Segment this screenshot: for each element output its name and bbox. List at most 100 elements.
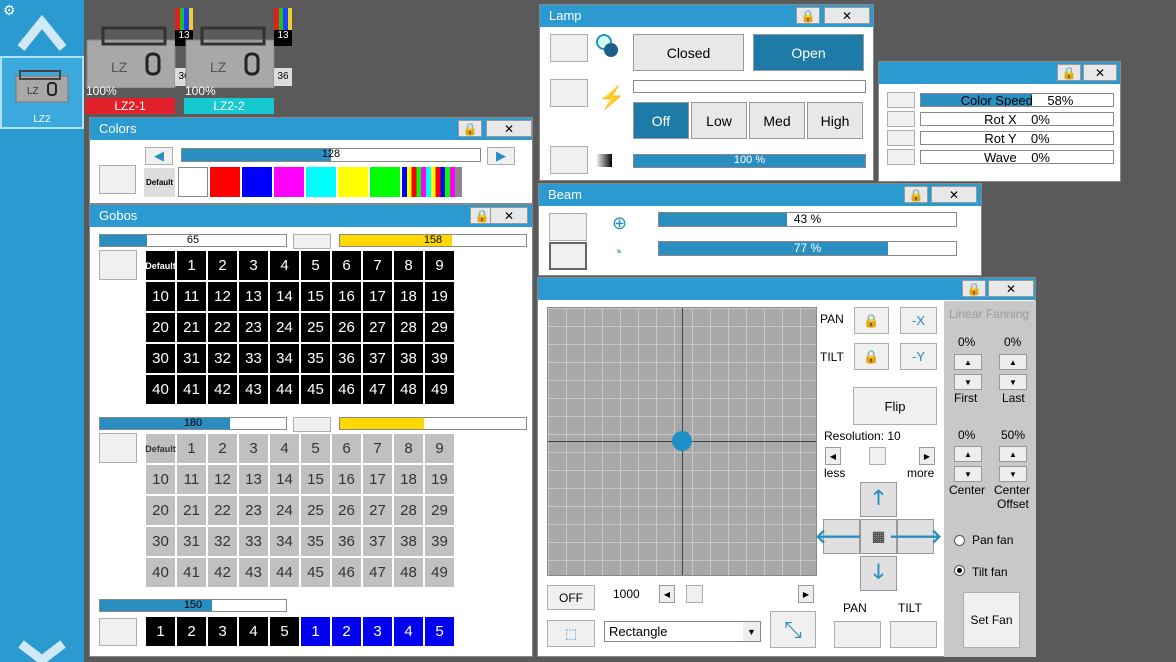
speed-thumb[interactable] <box>686 585 703 603</box>
gobo-cell[interactable]: 5 <box>300 250 331 281</box>
flip-button[interactable]: Flip <box>853 387 937 425</box>
gobo-cell[interactable]: 39 <box>424 526 455 557</box>
gobo-cell[interactable]: 47 <box>362 557 393 588</box>
gobo-cell[interactable]: 1 <box>300 616 331 647</box>
lock-icon[interactable]: 🔒 <box>458 120 482 137</box>
invert-y-button[interactable]: -Y <box>900 343 937 370</box>
xy-pad[interactable] <box>547 307 817 576</box>
gobo-cell[interactable]: 6 <box>331 433 362 464</box>
resolution-more-button[interactable]: ▶ <box>919 447 935 465</box>
gobo-cell[interactable]: 35 <box>300 526 331 557</box>
center-up-button[interactable]: ▲ <box>954 446 982 462</box>
gobo-cell[interactable]: 23 <box>238 495 269 526</box>
gobo-cell[interactable]: 29 <box>424 495 455 526</box>
gobo-cell[interactable]: 6 <box>331 250 362 281</box>
close-button[interactable]: ✕ <box>931 186 977 203</box>
zoom-slider[interactable]: 43 % <box>658 212 957 227</box>
gobo-cell[interactable]: 34 <box>269 343 300 374</box>
gobo-cell[interactable]: 20 <box>145 495 176 526</box>
effect-select-button[interactable] <box>887 130 915 146</box>
gobo-cell[interactable]: 27 <box>362 312 393 343</box>
gobo-cell[interactable]: 39 <box>424 343 455 374</box>
gobo-cell[interactable]: 20 <box>145 312 176 343</box>
gobo-cell[interactable]: 2 <box>176 616 207 647</box>
gobo2-select-button[interactable] <box>99 433 137 463</box>
strobe-select-button[interactable] <box>550 79 588 107</box>
gobo-cell[interactable]: 43 <box>238 374 269 405</box>
last-down-button[interactable]: ▼ <box>999 374 1027 390</box>
effect-select-button[interactable] <box>887 92 915 108</box>
gobo-cell[interactable]: 28 <box>393 495 424 526</box>
gobo-cell[interactable]: 14 <box>269 464 300 495</box>
strobe-slider[interactable] <box>633 80 866 93</box>
gobo-cell[interactable]: 4 <box>269 433 300 464</box>
swatch-rainbow[interactable] <box>402 167 462 197</box>
gobo-cell[interactable]: 21 <box>176 495 207 526</box>
gobo-cell[interactable]: 16 <box>331 464 362 495</box>
gobo-cell[interactable]: 18 <box>393 464 424 495</box>
gobo-cell[interactable]: 31 <box>176 526 207 557</box>
dimmer-select-button[interactable] <box>550 146 588 174</box>
gobo-cell[interactable]: 24 <box>269 495 300 526</box>
strobe-high-button[interactable]: High <box>807 102 863 139</box>
gobo-cell[interactable]: 7 <box>362 433 393 464</box>
gobo-cell[interactable]: 40 <box>145 374 176 405</box>
gobo-cell[interactable]: 48 <box>393 374 424 405</box>
swatch-green[interactable] <box>370 167 400 197</box>
gobo-cell[interactable]: 21 <box>176 312 207 343</box>
gear-icon[interactable]: ⚙ <box>3 2 16 19</box>
gobo-cell[interactable]: 5 <box>300 433 331 464</box>
gobo-cell[interactable]: 5 <box>424 616 455 647</box>
move-left-button[interactable]: 🡐 <box>815 519 868 554</box>
move-down-button[interactable]: 🡓 <box>860 556 897 591</box>
gobo-cell[interactable]: 4 <box>393 616 424 647</box>
gobo-cell[interactable]: 25 <box>300 495 331 526</box>
resolution-less-button[interactable]: ◀ <box>825 447 841 465</box>
gobo1-slider[interactable]: 65 <box>99 234 287 247</box>
lock-icon[interactable]: 🔒 <box>1057 64 1081 81</box>
gobo2-slider[interactable]: 180 <box>99 417 287 430</box>
color-next-button[interactable]: ▶ <box>487 147 515 165</box>
strobe-med-button[interactable]: Med <box>749 102 805 139</box>
effect-slider[interactable]: Rot Y 0% <box>920 131 1114 145</box>
position-handle[interactable] <box>672 431 692 451</box>
gobo-cell[interactable]: 17 <box>362 281 393 312</box>
gobo-cell[interactable]: 22 <box>207 312 238 343</box>
gobo-cell[interactable]: 10 <box>145 281 176 312</box>
gobo-cell[interactable]: 16 <box>331 281 362 312</box>
shape-select[interactable]: Rectangle ▼ <box>604 621 761 642</box>
gobo-cell[interactable]: 41 <box>176 374 207 405</box>
gobo-cell[interactable]: 3 <box>207 616 238 647</box>
effect-off-button[interactable]: OFF <box>547 585 595 610</box>
gobo-cell[interactable]: 32 <box>207 526 238 557</box>
effect-select-button[interactable] <box>887 149 915 165</box>
fixture-card-lz2-2[interactable]: LZ 13 36 100% LZ2-2 <box>184 6 292 114</box>
gobo-cell[interactable]: 10 <box>145 464 176 495</box>
center-down-button[interactable]: ▼ <box>954 466 982 482</box>
gobo2-rotation-slider[interactable] <box>339 417 527 430</box>
gobo-cell[interactable]: 22 <box>207 495 238 526</box>
gobo-cell[interactable]: 26 <box>331 312 362 343</box>
diagonal-arrow-icon[interactable]: ⤡ <box>770 611 816 648</box>
gobo-cell[interactable]: 38 <box>393 343 424 374</box>
gobo-cell[interactable]: 29 <box>424 312 455 343</box>
scroll-up-icon[interactable] <box>17 10 67 52</box>
first-up-button[interactable]: ▲ <box>954 354 982 370</box>
tilt-lock-icon[interactable]: 🔒 <box>854 343 889 370</box>
gobo1-rotation-slider[interactable]: 158 <box>339 234 527 247</box>
gobo-cell[interactable]: 3 <box>238 433 269 464</box>
effect-slider[interactable]: Wave 0% <box>920 150 1114 164</box>
swatch-cyan[interactable] <box>306 167 336 197</box>
focus-slider[interactable]: 77 % <box>658 241 957 256</box>
offset-up-button[interactable]: ▲ <box>999 446 1027 462</box>
lock-icon[interactable]: 🔒 <box>904 186 928 203</box>
gobo-cell[interactable]: 3 <box>362 616 393 647</box>
dimmer-slider[interactable]: 100 % <box>633 154 866 168</box>
gobo-cell[interactable]: 35 <box>300 343 331 374</box>
gobo-cell[interactable]: 46 <box>331 557 362 588</box>
close-button[interactable]: ✕ <box>1083 64 1117 81</box>
gobo-cell[interactable]: 19 <box>424 281 455 312</box>
offset-down-button[interactable]: ▼ <box>999 466 1027 482</box>
set-fan-button[interactable]: Set Fan <box>963 592 1020 648</box>
gobo3-slider[interactable]: 150 <box>99 599 287 612</box>
